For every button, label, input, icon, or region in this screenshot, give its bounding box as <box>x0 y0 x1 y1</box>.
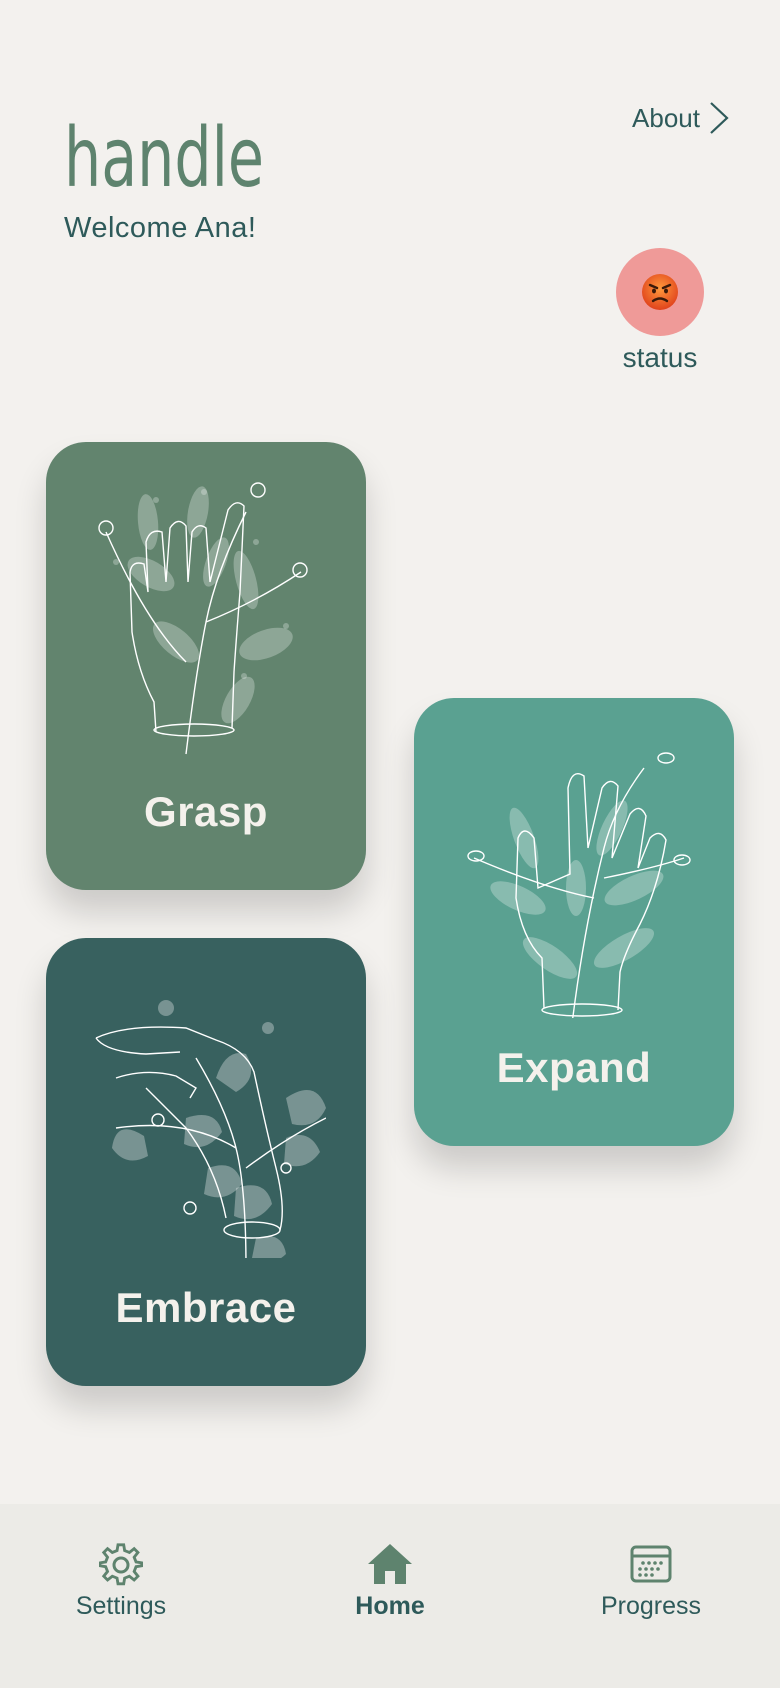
embrace-card[interactable]: Embrace <box>46 938 366 1386</box>
nav-home-label: Home <box>355 1592 425 1620</box>
nav-progress-label: Progress <box>600 1592 702 1620</box>
home-icon <box>368 1544 412 1584</box>
embrace-label: Embrace <box>115 1284 297 1331</box>
angry-face-icon <box>642 274 678 310</box>
nav-settings-label: Settings <box>75 1592 167 1620</box>
grasp-hand-illustration <box>98 482 308 755</box>
expand-label: Expand <box>496 1044 652 1091</box>
nav-home[interactable]: Home <box>300 1542 480 1621</box>
grasp-label: Grasp <box>144 788 268 835</box>
chevron-right-icon <box>710 102 729 134</box>
expand-card[interactable]: Expand <box>414 698 734 1146</box>
welcome-message: Welcome Ana! <box>64 212 257 244</box>
calendar-icon <box>630 1545 672 1583</box>
gear-icon <box>99 1543 143 1586</box>
status-label: status <box>622 342 698 373</box>
bottom-nav: Settings Home Progress <box>0 1504 780 1688</box>
status-button[interactable] <box>616 248 704 336</box>
about-link[interactable]: About <box>632 100 730 136</box>
embrace-hand-illustration <box>95 1000 326 1258</box>
nav-settings[interactable]: Settings <box>31 1542 211 1621</box>
handle-logo: handle <box>64 118 264 198</box>
status-widget[interactable]: status <box>616 248 704 374</box>
about-label: About <box>632 102 700 133</box>
grasp-card[interactable]: Grasp <box>46 442 366 890</box>
logo-text: handle <box>64 118 264 198</box>
expand-hand-illustration <box>467 752 691 1018</box>
nav-progress[interactable]: Progress <box>561 1542 741 1621</box>
